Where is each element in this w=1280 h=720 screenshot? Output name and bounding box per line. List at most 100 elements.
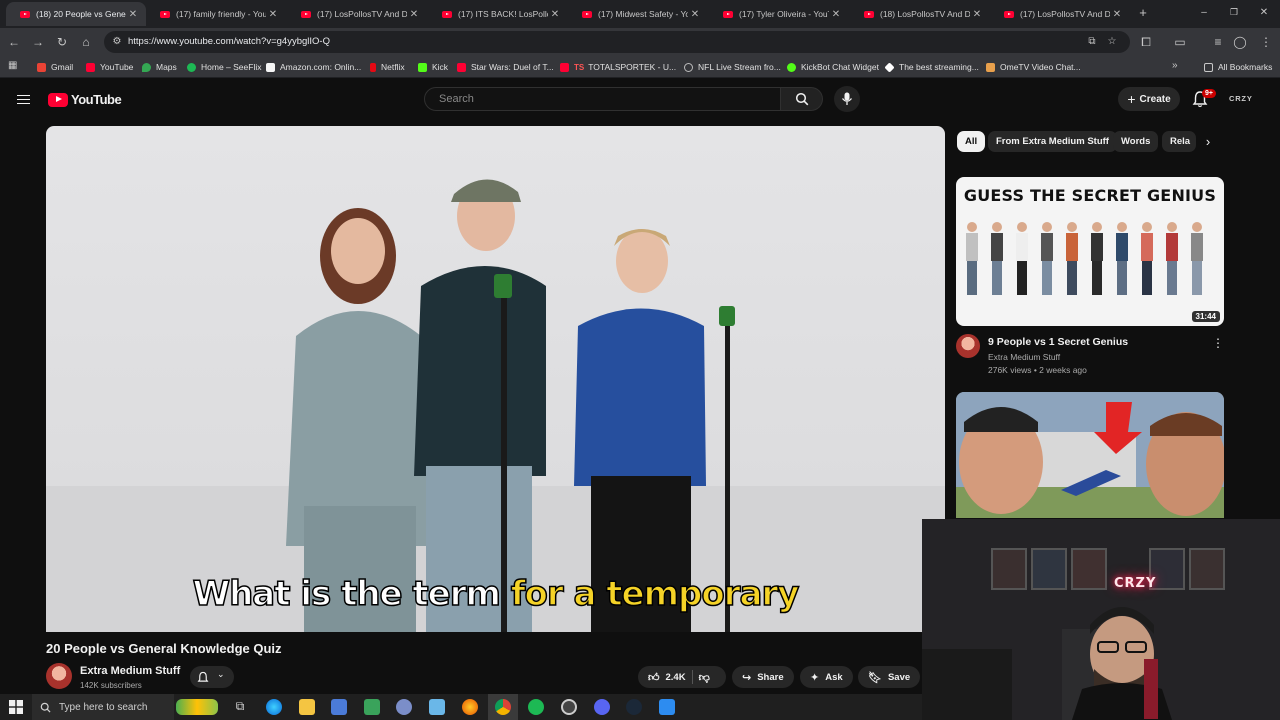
widgets-icon[interactable] <box>176 699 218 715</box>
bookmark-item[interactable]: KickBot Chat Widget <box>787 60 879 74</box>
obs-icon[interactable] <box>561 699 577 715</box>
youtube-icon <box>560 62 569 72</box>
media-controls-icon[interactable]: ≡ <box>1210 34 1226 50</box>
browser-tab[interactable]: (17) LosPollosTV And Dad ✕ <box>990 2 1130 26</box>
tab-title: (17) family friendly - YouT <box>176 9 266 19</box>
extensions-icon[interactable]: ⧠ <box>1138 34 1154 50</box>
reload-icon[interactable]: ↻ <box>54 34 70 50</box>
app-icon[interactable] <box>331 699 347 715</box>
app-icon[interactable] <box>429 699 445 715</box>
logo-text: YouTube <box>71 92 122 107</box>
chip-from-channel[interactable]: From Extra Medium Stuff <box>988 131 1117 152</box>
bookmark-item[interactable]: Home – SeeFlix <box>187 60 261 74</box>
chrome-icon[interactable] <box>495 699 511 715</box>
search-input[interactable] <box>425 88 780 110</box>
app-icon[interactable] <box>659 699 675 715</box>
install-app-icon[interactable]: ⧉ <box>1086 36 1098 48</box>
voice-search-button[interactable] <box>834 86 860 112</box>
bookmark-item[interactable]: YouTube <box>86 60 133 74</box>
back-icon[interactable]: ← <box>6 34 22 50</box>
dislike-button[interactable]: 👎︎ <box>699 671 710 684</box>
browser-tab[interactable]: (17) family friendly - YouT ✕ <box>146 2 286 26</box>
channel-avatar[interactable] <box>46 663 72 689</box>
close-icon[interactable]: ✕ <box>266 9 280 20</box>
subscription-notifications-button[interactable]: ⌄ <box>190 666 234 688</box>
browser-tab[interactable]: (18) 20 People vs General ✕ <box>6 2 146 26</box>
all-bookmarks-button[interactable]: All Bookmarks <box>1204 60 1272 74</box>
windows-start-icon[interactable] <box>9 700 23 714</box>
recommendation-thumbnail[interactable]: GUESS THE SECRET GENIUS 31:44 <box>956 177 1224 326</box>
ask-button[interactable]: ✦ Ask <box>800 666 853 688</box>
forward-icon[interactable]: → <box>30 34 46 50</box>
chip-related[interactable]: Rela <box>1162 131 1196 152</box>
channel-avatar[interactable] <box>956 334 980 358</box>
site-info-icon[interactable]: ⚙ <box>111 36 123 48</box>
bookmark-star-icon[interactable]: ☆ <box>1106 36 1118 48</box>
bookmark-item[interactable]: Amazon.com: Onlin... <box>266 60 361 74</box>
home-icon[interactable]: ⌂ <box>78 34 94 50</box>
close-icon[interactable]: ✕ <box>970 9 984 20</box>
taskbar-search[interactable]: Type here to search <box>32 694 174 720</box>
youtube-header: YouTube + Create 9+ CRZY <box>0 79 1280 119</box>
restore-icon[interactable]: ❐ <box>1228 7 1240 19</box>
search-box[interactable] <box>424 87 781 111</box>
new-tab-icon[interactable]: + <box>1136 6 1150 20</box>
more-options-icon[interactable]: ⋮ <box>1212 336 1224 350</box>
address-bar[interactable]: ⚙ https://www.youtube.com/watch?v=g4yybg… <box>104 31 1130 53</box>
browser-tab[interactable]: (17) Tyler Oliveira - YouTub ✕ <box>709 2 849 26</box>
file-explorer-icon[interactable] <box>299 699 315 715</box>
close-icon[interactable]: ✕ <box>407 9 421 20</box>
search-button[interactable] <box>781 87 823 111</box>
app-icon[interactable] <box>396 699 412 715</box>
browser-tab[interactable]: (18) LosPollosTV And Dad ✕ <box>850 2 990 26</box>
window-close-icon[interactable]: ✕ <box>1258 7 1270 19</box>
bookmark-item[interactable]: Star Wars: Duel of T... <box>457 60 554 74</box>
calculator-icon[interactable] <box>364 699 380 715</box>
like-button[interactable]: 👍︎ 2.4K <box>648 671 686 684</box>
more-bookmarks-icon[interactable]: » <box>1172 60 1178 71</box>
profile-icon[interactable]: ◯ <box>1232 34 1248 50</box>
divider <box>691 670 693 684</box>
steam-icon[interactable] <box>626 699 642 715</box>
browser-menu-icon[interactable]: ⋮ <box>1258 34 1274 50</box>
browser-tab[interactable]: (17) ITS BACK! LosPollosTV ✕ <box>428 2 568 26</box>
bookmark-item[interactable]: Kick <box>418 60 448 74</box>
youtube-logo[interactable]: YouTube <box>48 92 122 107</box>
close-icon[interactable]: ✕ <box>829 9 843 20</box>
browser-tab[interactable]: (17) LosPollosTV And Dad ✕ <box>287 2 427 26</box>
close-icon[interactable]: ✕ <box>126 9 140 20</box>
recommendation-channel[interactable]: Extra Medium Stuff <box>988 352 1060 362</box>
browser-tab[interactable]: (17) Midwest Safety - YouT ✕ <box>568 2 708 26</box>
channel-name[interactable]: Extra Medium Stuff <box>80 665 180 677</box>
minimize-icon[interactable]: – <box>1198 7 1210 19</box>
bookmark-item[interactable]: NFL Live Stream fro... <box>684 60 781 74</box>
bookmark-item[interactable]: Netflix <box>370 60 405 74</box>
apps-grid-icon[interactable]: ▦ <box>8 61 18 71</box>
url-text[interactable]: https://www.youtube.com/watch?v=g4yybglI… <box>128 36 330 47</box>
hamburger-menu-icon[interactable] <box>17 92 30 107</box>
close-icon[interactable]: ✕ <box>548 9 562 20</box>
bookmark-item[interactable]: TS TOTALSPORTEK - U... <box>560 60 676 74</box>
video-player[interactable]: What is the term for a temporary <box>46 126 945 632</box>
chevron-right-icon[interactable]: › <box>1200 134 1216 150</box>
save-button[interactable]: 🔖︎ Save <box>858 666 921 688</box>
bookmark-item[interactable]: The best streaming... <box>884 60 979 74</box>
recommendation-thumbnail[interactable] <box>956 392 1224 518</box>
chip-words[interactable]: Words <box>1113 131 1159 152</box>
create-button[interactable]: + Create <box>1118 87 1180 111</box>
bookmark-item[interactable]: Maps <box>142 60 177 74</box>
edge-icon[interactable] <box>266 699 282 715</box>
task-view-icon[interactable]: ⧉ <box>232 699 248 715</box>
bookmark-item[interactable]: OmeTV Video Chat... <box>986 60 1081 74</box>
close-icon[interactable]: ✕ <box>1110 9 1124 20</box>
share-button[interactable]: ↪ Share <box>732 666 794 688</box>
account-avatar[interactable]: CRZY <box>1229 94 1253 103</box>
sidepanel-icon[interactable]: ▭ <box>1172 34 1188 50</box>
close-icon[interactable]: ✕ <box>688 9 702 20</box>
spotify-icon[interactable] <box>528 699 544 715</box>
discord-icon[interactable] <box>594 699 610 715</box>
app-icon[interactable] <box>462 699 478 715</box>
bookmark-item[interactable]: Gmail <box>37 60 73 74</box>
recommendation-title[interactable]: 9 People vs 1 Secret Genius <box>988 336 1128 348</box>
chip-all[interactable]: All <box>957 131 986 152</box>
